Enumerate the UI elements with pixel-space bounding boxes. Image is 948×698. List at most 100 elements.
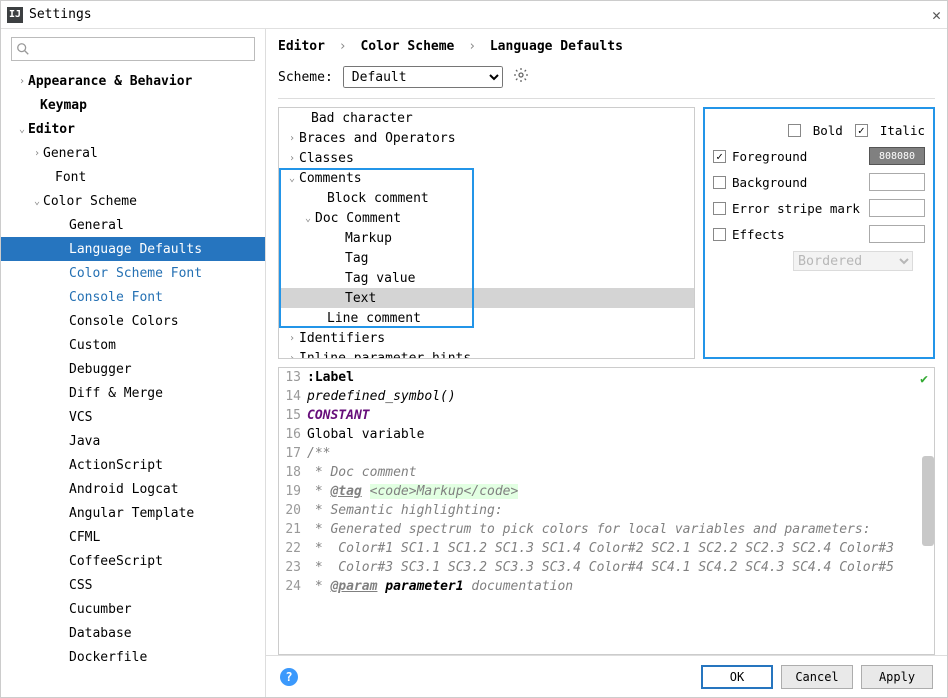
tree-item[interactable]: Color Scheme Font bbox=[1, 261, 265, 285]
background-swatch[interactable] bbox=[869, 173, 925, 191]
chevron-icon: › bbox=[16, 76, 28, 87]
tree-item[interactable]: Console Colors bbox=[1, 309, 265, 333]
apply-button[interactable]: Apply bbox=[861, 665, 933, 689]
attr-item[interactable]: ›Identifiers bbox=[279, 328, 694, 348]
italic-checkbox[interactable]: ✓ bbox=[855, 124, 868, 137]
tree-item[interactable]: ActionScript bbox=[1, 453, 265, 477]
chevron-icon: ⌄ bbox=[31, 196, 43, 207]
tree-item-label: Console Colors bbox=[69, 314, 179, 329]
foreground-swatch[interactable]: 808080 bbox=[869, 147, 925, 165]
breadcrumb-a[interactable]: Editor bbox=[278, 39, 325, 54]
tree-item[interactable]: CFML bbox=[1, 525, 265, 549]
error-stripe-checkbox[interactable] bbox=[713, 202, 726, 215]
breadcrumb-sep: › bbox=[339, 39, 347, 54]
code-line: 16Global variable bbox=[279, 425, 934, 444]
tree-item-label: Editor bbox=[28, 122, 75, 137]
attr-item[interactable]: ›Braces and Operators bbox=[279, 128, 694, 148]
attr-item[interactable]: ›Inline parameter hints bbox=[279, 348, 694, 359]
app-icon: IJ bbox=[7, 7, 23, 23]
attr-item-label: Identifiers bbox=[299, 331, 385, 346]
breadcrumb-c: Language Defaults bbox=[490, 39, 623, 54]
tree-item[interactable]: Android Logcat bbox=[1, 477, 265, 501]
effects-label: Effects bbox=[732, 227, 785, 242]
code-line: 22 * Color#1 SC1.1 SC1.2 SC1.3 SC1.4 Col… bbox=[279, 539, 934, 558]
tree-item[interactable]: Keymap bbox=[1, 93, 265, 117]
tree-item-label: CSS bbox=[69, 578, 92, 593]
attr-item[interactable]: Text bbox=[279, 288, 694, 308]
code-content: * @tag <code>Markup</code> bbox=[307, 482, 934, 501]
attr-item[interactable]: ›Classes bbox=[279, 148, 694, 168]
tree-item[interactable]: CSS bbox=[1, 573, 265, 597]
attr-item-label: Block comment bbox=[327, 191, 429, 206]
tree-item[interactable]: Font bbox=[1, 165, 265, 189]
tree-item[interactable]: Language Defaults bbox=[1, 237, 265, 261]
error-stripe-label: Error stripe mark bbox=[732, 201, 860, 216]
attr-item-label: Bad character bbox=[311, 111, 413, 126]
tree-item-label: Debugger bbox=[69, 362, 132, 377]
attr-item[interactable]: ⌄Comments bbox=[279, 168, 694, 188]
tree-item[interactable]: CoffeeScript bbox=[1, 549, 265, 573]
attr-item[interactable]: ⌄Doc Comment bbox=[279, 208, 694, 228]
line-number: 21 bbox=[279, 520, 307, 539]
tree-item[interactable]: Diff & Merge bbox=[1, 381, 265, 405]
code-content: * Semantic highlighting: bbox=[307, 501, 934, 520]
scheme-select[interactable]: Default bbox=[343, 66, 503, 88]
attributes-tree[interactable]: Bad character ›Braces and Operators›Class… bbox=[278, 107, 695, 359]
tree-item[interactable]: Console Font bbox=[1, 285, 265, 309]
tree-item[interactable]: Custom bbox=[1, 333, 265, 357]
close-icon[interactable]: ✕ bbox=[932, 6, 941, 24]
chevron-icon: › bbox=[31, 148, 43, 159]
attr-item[interactable]: Bad character bbox=[279, 108, 694, 128]
tree-item[interactable]: Cucumber bbox=[1, 597, 265, 621]
effects-type-select[interactable]: Bordered bbox=[793, 251, 913, 271]
cancel-button[interactable]: Cancel bbox=[781, 665, 853, 689]
ok-button[interactable]: OK bbox=[701, 665, 773, 689]
code-content: CONSTANT bbox=[307, 406, 934, 425]
scrollbar[interactable] bbox=[922, 456, 934, 546]
tree-item[interactable]: ⌄Editor bbox=[1, 117, 265, 141]
attr-item[interactable]: Tag value bbox=[279, 268, 694, 288]
attr-item[interactable]: Block comment bbox=[279, 188, 694, 208]
tree-item-label: Diff & Merge bbox=[69, 386, 163, 401]
breadcrumb-b[interactable]: Color Scheme bbox=[360, 39, 454, 54]
bold-checkbox[interactable] bbox=[788, 124, 801, 137]
line-number: 17 bbox=[279, 444, 307, 463]
attr-item[interactable]: Line comment bbox=[279, 308, 694, 328]
tree-item-label: General bbox=[43, 146, 98, 161]
tree-item-label: Angular Template bbox=[69, 506, 194, 521]
help-icon[interactable]: ? bbox=[280, 668, 298, 686]
right-panel: Editor › Color Scheme › Language Default… bbox=[266, 29, 947, 697]
error-stripe-swatch[interactable] bbox=[869, 199, 925, 217]
tree-item[interactable]: Database bbox=[1, 621, 265, 645]
line-number: 24 bbox=[279, 577, 307, 596]
tree-item[interactable]: General bbox=[1, 213, 265, 237]
search-input[interactable] bbox=[11, 37, 255, 61]
attr-item[interactable]: Tag bbox=[279, 248, 694, 268]
tree-item[interactable]: Debugger bbox=[1, 357, 265, 381]
attr-item-label: Tag value bbox=[345, 271, 415, 286]
search-field[interactable] bbox=[32, 42, 250, 57]
chevron-icon: › bbox=[285, 153, 299, 164]
tree-item-label: Font bbox=[55, 170, 86, 185]
tree-item-label: Appearance & Behavior bbox=[28, 74, 192, 89]
chevron-icon: › bbox=[285, 333, 299, 344]
foreground-label: Foreground bbox=[732, 149, 807, 164]
tree-item[interactable]: ›General bbox=[1, 141, 265, 165]
effects-checkbox[interactable] bbox=[713, 228, 726, 241]
code-content: * Color#1 SC1.1 SC1.2 SC1.3 SC1.4 Color#… bbox=[307, 539, 934, 558]
tree-item[interactable]: Dockerfile bbox=[1, 645, 265, 669]
tree-item[interactable]: VCS bbox=[1, 405, 265, 429]
effects-swatch[interactable] bbox=[869, 225, 925, 243]
properties-panel: Bold ✓ Italic ✓ Foreground 808080 Backgr… bbox=[703, 107, 935, 359]
background-checkbox[interactable] bbox=[713, 176, 726, 189]
tree-item[interactable]: Angular Template bbox=[1, 501, 265, 525]
tree-item[interactable]: Java bbox=[1, 429, 265, 453]
tree-item[interactable]: ⌄Color Scheme bbox=[1, 189, 265, 213]
gear-icon[interactable] bbox=[513, 67, 529, 87]
foreground-checkbox[interactable]: ✓ bbox=[713, 150, 726, 163]
tree-item[interactable]: ›Appearance & Behavior bbox=[1, 69, 265, 93]
attr-item[interactable]: Markup bbox=[279, 228, 694, 248]
line-number: 18 bbox=[279, 463, 307, 482]
settings-tree[interactable]: ›Appearance & BehaviorKeymap⌄Editor›Gene… bbox=[1, 65, 265, 697]
check-icon: ✔ bbox=[920, 372, 928, 387]
